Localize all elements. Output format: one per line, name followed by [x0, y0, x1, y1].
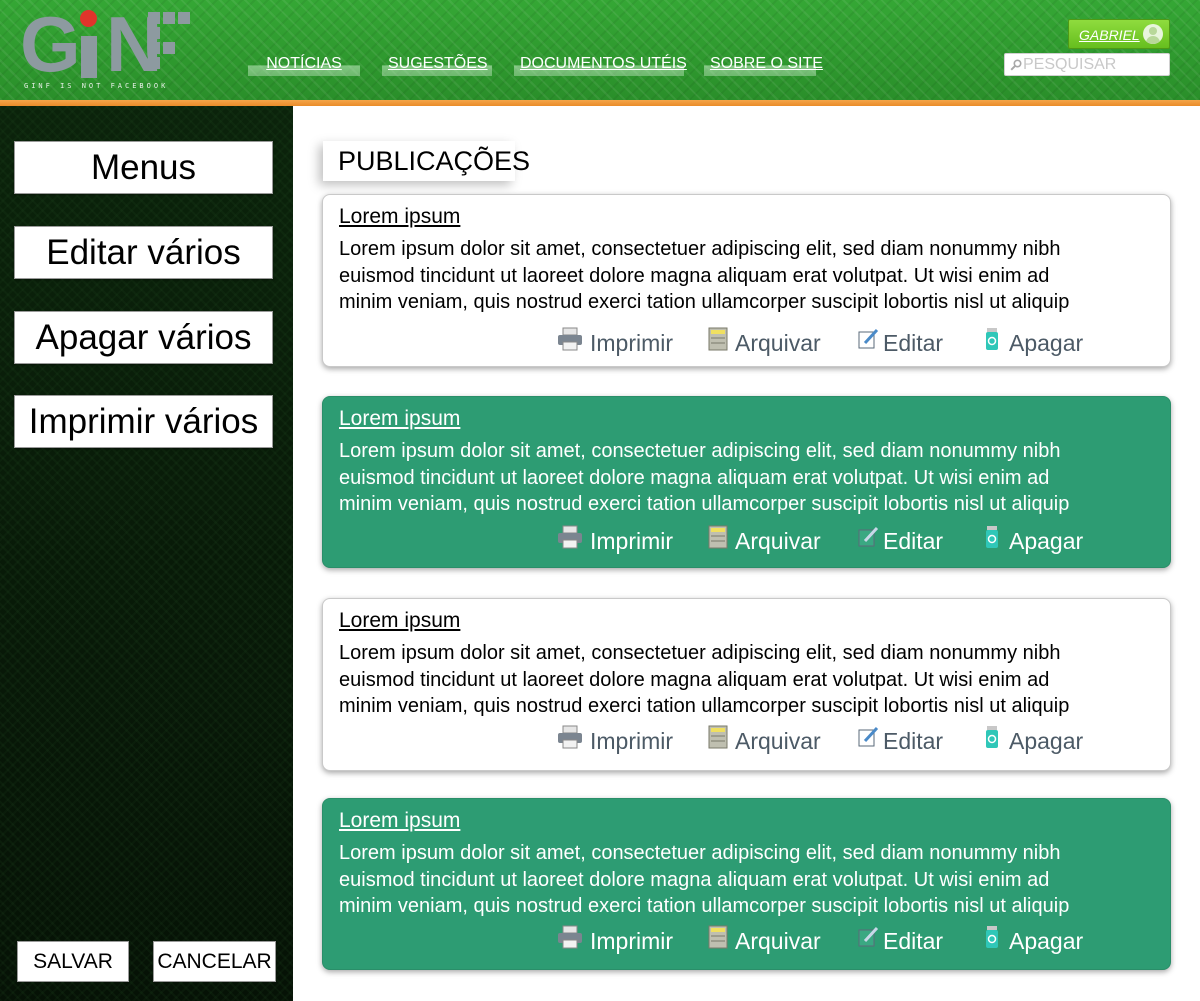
nav-item-sugestoes[interactable]: SUGESTÕES [382, 52, 492, 76]
publication-body: Lorem ipsum dolor sit amet, consectetuer… [339, 842, 1070, 917]
logo-red-dot [80, 10, 97, 27]
publication-card: Lorem ipsum Lorem ipsum dolor sit amet, … [322, 396, 1171, 568]
publication-title[interactable]: Lorem ipsum [339, 406, 460, 432]
publication-body: Lorem ipsum dolor sit amet, consectetuer… [339, 642, 1070, 717]
search-input[interactable] [1023, 55, 1167, 75]
publication-title[interactable]: Lorem ipsum [339, 204, 460, 230]
logo-grid-icon [148, 12, 190, 76]
search-box[interactable] [1004, 53, 1170, 76]
publication-title[interactable]: Lorem ipsum [339, 608, 460, 634]
publication-card: Lorem ipsum Lorem ipsum dolor sit amet, … [322, 798, 1171, 970]
recycle-bin-icon [986, 328, 998, 350]
edit-pencil-icon [858, 526, 879, 547]
nav-item-sobre-o-site[interactable]: SOBRE O SITE [704, 52, 823, 76]
delete-multiple-button[interactable]: Apagar vários [14, 311, 273, 364]
publication-body: Lorem ipsum dolor sit amet, consectetuer… [339, 238, 1070, 313]
cancel-button[interactable]: CANCELAR [153, 941, 276, 982]
publication-body: Lorem ipsum dolor sit amet, consectetuer… [339, 440, 1070, 515]
archive-cabinet-icon [708, 327, 728, 351]
nav-item-noticias[interactable]: NOTÍCIAS [248, 52, 360, 76]
top-header: G N GINF IS NOT FACEBOOK NOTÍCIAS SUGEST… [0, 0, 1200, 100]
printer-icon [558, 725, 582, 749]
user-avatar-icon [1143, 24, 1163, 44]
print-multiple-button[interactable]: Imprimir vários [14, 395, 273, 448]
publication-card: Lorem ipsum Lorem ipsum dolor sit amet, … [322, 194, 1171, 367]
edit-pencil-icon [858, 926, 879, 947]
recycle-bin-icon [986, 526, 998, 548]
sidebar: Menus Editar vários Apagar vários Imprim… [0, 106, 293, 1001]
printer-icon [558, 327, 582, 351]
menus-button[interactable]: Menus [14, 141, 273, 194]
page-title: PUBLICAÇÕES [323, 141, 530, 181]
edit-pencil-icon [858, 328, 879, 349]
user-profile-button[interactable]: GABRIEL [1068, 19, 1170, 49]
search-icon [1010, 59, 1022, 71]
edit-pencil-icon [858, 726, 879, 747]
printer-icon [558, 525, 582, 549]
publication-card: Lorem ipsum Lorem ipsum dolor sit amet, … [322, 598, 1171, 771]
recycle-bin-icon [986, 926, 998, 948]
archive-cabinet-icon [708, 725, 728, 749]
logo-mark: G N [20, 5, 192, 83]
save-button[interactable]: SALVAR [17, 941, 129, 982]
recycle-bin-icon [986, 726, 998, 748]
ginf-logo[interactable]: G N GINF IS NOT FACEBOOK [20, 5, 192, 94]
logo-tagline: GINF IS NOT FACEBOOK [24, 82, 169, 90]
archive-cabinet-icon [708, 925, 728, 949]
nav-item-documentos-uteis[interactable]: DOCUMENTOS UTÉIS [514, 52, 687, 76]
edit-multiple-button[interactable]: Editar vários [14, 226, 273, 279]
user-name: GABRIEL [1079, 27, 1140, 43]
archive-cabinet-icon [708, 525, 728, 549]
printer-icon [558, 925, 582, 949]
publication-title[interactable]: Lorem ipsum [339, 808, 460, 834]
